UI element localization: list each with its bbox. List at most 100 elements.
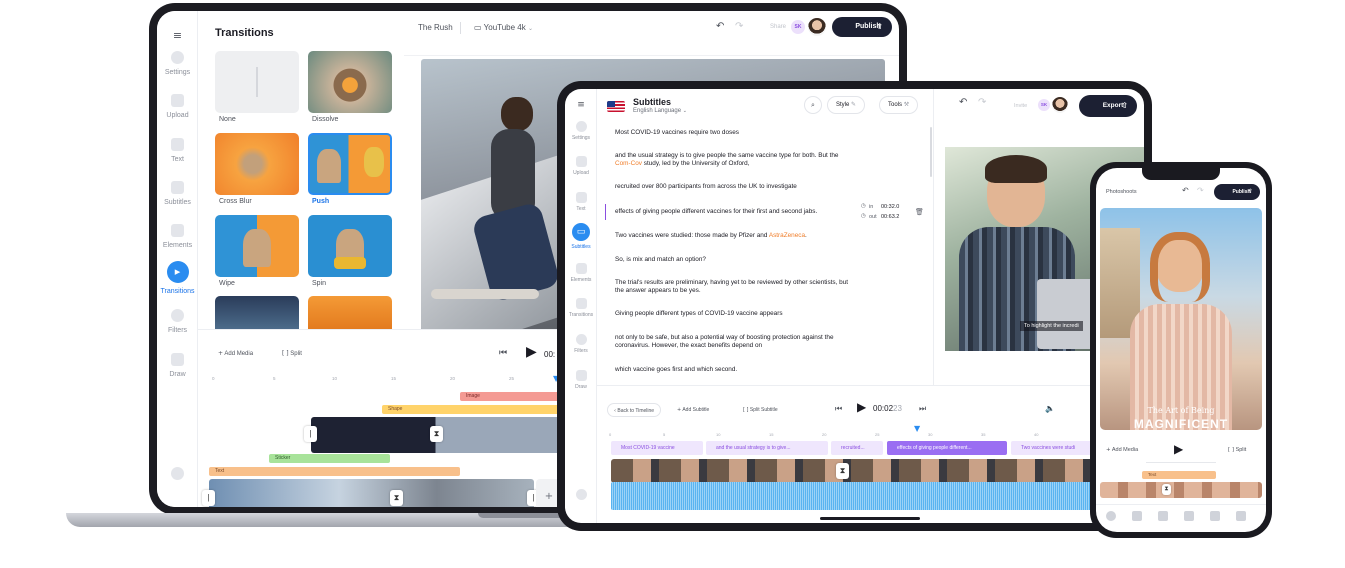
track-shape[interactable]: Shape	[382, 405, 560, 414]
transition-marker-icon[interactable]: ⧗	[430, 426, 443, 442]
draw-icon[interactable]	[1236, 511, 1246, 521]
avatar[interactable]: SK	[791, 20, 805, 34]
transition-tile-more-2[interactable]	[308, 296, 392, 329]
trash-icon[interactable]: 🗑	[915, 208, 924, 216]
transition-marker-icon[interactable]: ⧗	[1162, 484, 1171, 495]
sidebar-item-subtitles[interactable]: ▭ Subtitles	[565, 223, 597, 250]
subtitle-line[interactable]: recruited over 800 participants from acr…	[615, 183, 855, 191]
skip-forward-icon[interactable]: ⏭	[919, 404, 926, 414]
export-button[interactable]: Export ⇧	[1079, 95, 1137, 117]
sidebar-item-settings[interactable]: Settings	[157, 51, 198, 76]
sidebar-item-subtitles[interactable]: Subtitles	[157, 181, 198, 206]
publish-button[interactable]: Publish ⇧	[832, 17, 892, 37]
time-in-value[interactable]: 00:32.0	[881, 204, 899, 210]
avatar[interactable]: SK	[1038, 99, 1050, 111]
subtitle-chip[interactable]: Most COVID-19 vaccine	[611, 441, 703, 455]
subtitle-chip[interactable]: recruited...	[831, 441, 883, 455]
subtitle-line[interactable]: which vaccine goes first and which secon…	[615, 366, 855, 374]
clip-handle-left[interactable]: |	[304, 426, 317, 442]
laptop-menu-icon[interactable]: ≡	[157, 29, 198, 42]
undo-icon[interactable]: ↶	[959, 97, 967, 108]
caption-overlay[interactable]: To highlight the incredi	[1020, 321, 1083, 331]
add-media-button[interactable]: + Add Media	[218, 350, 253, 357]
transition-tile-none[interactable]	[215, 51, 299, 113]
track-text[interactable]: Text	[209, 467, 460, 476]
sidebar-item-draw[interactable]: Draw	[157, 353, 198, 378]
sidebar-item-transitions[interactable]: ▸ Transitions	[157, 261, 198, 295]
subtitle-line[interactable]: not only to be safe, but also a potentia…	[615, 334, 855, 350]
playhead-marker[interactable]: ▼	[914, 424, 920, 433]
subtitle-scrollbar[interactable]	[930, 127, 932, 177]
play-icon[interactable]: ▶	[857, 400, 866, 414]
add-media-button[interactable]: + Add Media	[1106, 447, 1138, 453]
track-text[interactable]: Text	[1142, 471, 1216, 479]
settings-icon[interactable]	[1106, 511, 1116, 521]
transition-tile-wipe[interactable]	[215, 215, 299, 277]
split-button[interactable]: [ ] Split	[282, 350, 302, 357]
project-title[interactable]: The Rush	[418, 23, 453, 32]
transition-tile-dissolve[interactable]	[308, 51, 392, 113]
subtitle-line-active[interactable]: effects of giving people different vacci…	[615, 208, 855, 216]
avatar-photo[interactable]	[808, 18, 826, 36]
help-icon[interactable]	[565, 489, 597, 503]
subtitle-line[interactable]: Most COVID-19 vaccines require two doses	[615, 129, 855, 137]
video-clip-2[interactable]	[209, 479, 534, 507]
sidebar-item-transitions[interactable]: Transitions	[565, 298, 597, 318]
sidebar-item-settings[interactable]: Settings	[565, 121, 597, 141]
redo-icon[interactable]: ↷	[735, 21, 743, 32]
transition-marker-icon[interactable]: ⧗	[390, 490, 403, 506]
split-button[interactable]: [ ] Split	[1228, 447, 1246, 453]
transition-tile-push[interactable]	[308, 133, 392, 195]
video-strip[interactable]	[1100, 482, 1262, 498]
time-out-value[interactable]: 00:63.2	[881, 214, 899, 220]
add-subtitle-button[interactable]: + Add Subtitle	[677, 407, 709, 413]
transition-tile-more-1[interactable]	[215, 296, 299, 329]
publish-button[interactable]: Publish ⇧	[1214, 184, 1260, 200]
clip-handle-left[interactable]: |	[202, 490, 215, 506]
transition-marker-icon[interactable]: ⧗	[836, 463, 849, 479]
subtitle-line[interactable]: The trial's results are preliminary, hav…	[615, 279, 855, 295]
phone-project-title[interactable]: Photoshoots	[1106, 189, 1137, 195]
us-flag-icon[interactable]	[607, 101, 625, 112]
redo-icon[interactable]: ↷	[978, 97, 986, 108]
play-icon[interactable]: ▶	[526, 344, 537, 360]
sidebar-item-text[interactable]: Text	[157, 138, 198, 163]
play-icon[interactable]: ▶	[1174, 442, 1183, 456]
sidebar-item-upload[interactable]: Upload	[157, 94, 198, 119]
style-button[interactable]: Style ✎	[827, 96, 866, 114]
elements-icon[interactable]	[1210, 511, 1220, 521]
share-link[interactable]: Share	[770, 24, 786, 30]
sidebar-item-text[interactable]: Text	[565, 192, 597, 212]
subtitle-chip-active[interactable]: effects of giving people different...	[887, 441, 1007, 455]
audio-waveform[interactable]	[611, 482, 1144, 510]
subtitle-line[interactable]: and the usual strategy is to give people…	[615, 152, 855, 168]
overlay-title-line1[interactable]: The Art of Being	[1100, 406, 1262, 415]
track-image[interactable]: Image	[460, 392, 560, 401]
undo-icon[interactable]: ↶	[716, 21, 724, 32]
overlay-title-line2[interactable]: MAGNIFICENT	[1100, 417, 1262, 430]
back-to-timeline-button[interactable]: ‹ Back to Timeline	[607, 403, 662, 417]
tools-button[interactable]: Tools ⚒	[879, 96, 919, 114]
transition-tile-spin[interactable]	[308, 215, 392, 277]
sidebar-item-elements[interactable]: Elements	[565, 263, 597, 283]
subtitle-line[interactable]: So, is mix and match an option?	[615, 256, 855, 264]
search-icon[interactable]: ⌕	[804, 96, 822, 114]
skip-back-icon[interactable]: ⏮	[835, 404, 842, 414]
avatar-photo[interactable]	[1052, 97, 1068, 113]
redo-icon[interactable]: ↷	[1197, 186, 1204, 195]
subtitle-line[interactable]: Giving people different types of COVID-1…	[615, 310, 855, 318]
subtitle-line[interactable]: Two vaccines were studied: those made by…	[615, 232, 855, 240]
video-strip[interactable]	[611, 459, 1144, 483]
phone-video-preview[interactable]: The Art of Being MAGNIFICENT	[1100, 208, 1262, 430]
transition-tile-cross-blur[interactable]	[215, 133, 299, 195]
sidebar-item-filters[interactable]: Filters	[157, 309, 198, 334]
skip-back-icon[interactable]: ⏮	[499, 348, 507, 358]
language-select[interactable]: English Language ⌄	[633, 108, 687, 114]
sidebar-item-draw[interactable]: Draw	[565, 370, 597, 390]
tablet-menu-icon[interactable]: ≡	[565, 100, 597, 110]
help-icon[interactable]	[157, 467, 198, 485]
image-icon[interactable]	[1132, 511, 1142, 521]
split-subtitle-button[interactable]: [ ] Split Subtitle	[743, 407, 778, 413]
undo-icon[interactable]: ↶	[1182, 186, 1189, 195]
subtitles-icon[interactable]	[1184, 511, 1194, 521]
